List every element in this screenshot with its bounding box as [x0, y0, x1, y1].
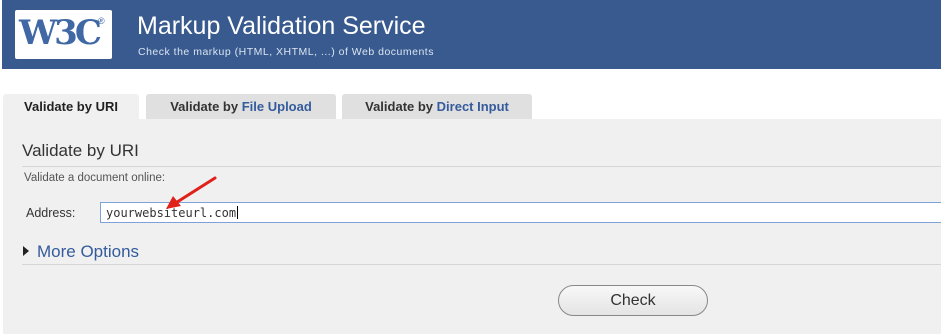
- tab-highlight: URI: [95, 99, 118, 114]
- triangle-right-icon: [23, 246, 29, 256]
- page-subtitle: Check the markup (HTML, XHTML, ...) of W…: [138, 46, 434, 58]
- validate-by-uri-panel: Validate by URI Validate a document onli…: [3, 119, 941, 334]
- w3c-logo[interactable]: W3C ®: [15, 10, 112, 59]
- more-options-label: More Options: [37, 242, 140, 261]
- tab-prefix: Validate by: [170, 99, 239, 114]
- divider: [22, 264, 941, 265]
- header-banner: W3C ® Markup Validation Service Check th…: [2, 0, 941, 69]
- tab-validate-by-direct-input[interactable]: Validate by Direct Input: [342, 94, 532, 119]
- divider: [22, 166, 941, 167]
- check-button[interactable]: Check: [558, 285, 708, 316]
- annotation-arrow-icon: [166, 176, 217, 209]
- address-input[interactable]: yourwebsiteurl.com: [100, 202, 941, 223]
- more-options-toggle[interactable]: More Options: [23, 242, 139, 262]
- page-title: Markup Validation Service: [137, 12, 426, 40]
- registered-mark: ®: [98, 16, 105, 26]
- tab-highlight: File Upload: [241, 99, 312, 114]
- tab-highlight: Direct Input: [436, 99, 509, 114]
- tab-validate-by-file-upload[interactable]: Validate by File Upload: [146, 94, 336, 119]
- tab-prefix: Validate by: [24, 99, 92, 114]
- panel-title: Validate by URI: [22, 141, 139, 160]
- text-caret: [237, 206, 239, 219]
- address-label: Address:: [26, 206, 76, 220]
- tab-validate-by-uri[interactable]: Validate by URI: [3, 94, 139, 121]
- tab-prefix: Validate by: [365, 99, 434, 114]
- w3c-logo-text: W3C: [19, 13, 102, 53]
- panel-description: Validate a document online:: [24, 172, 166, 184]
